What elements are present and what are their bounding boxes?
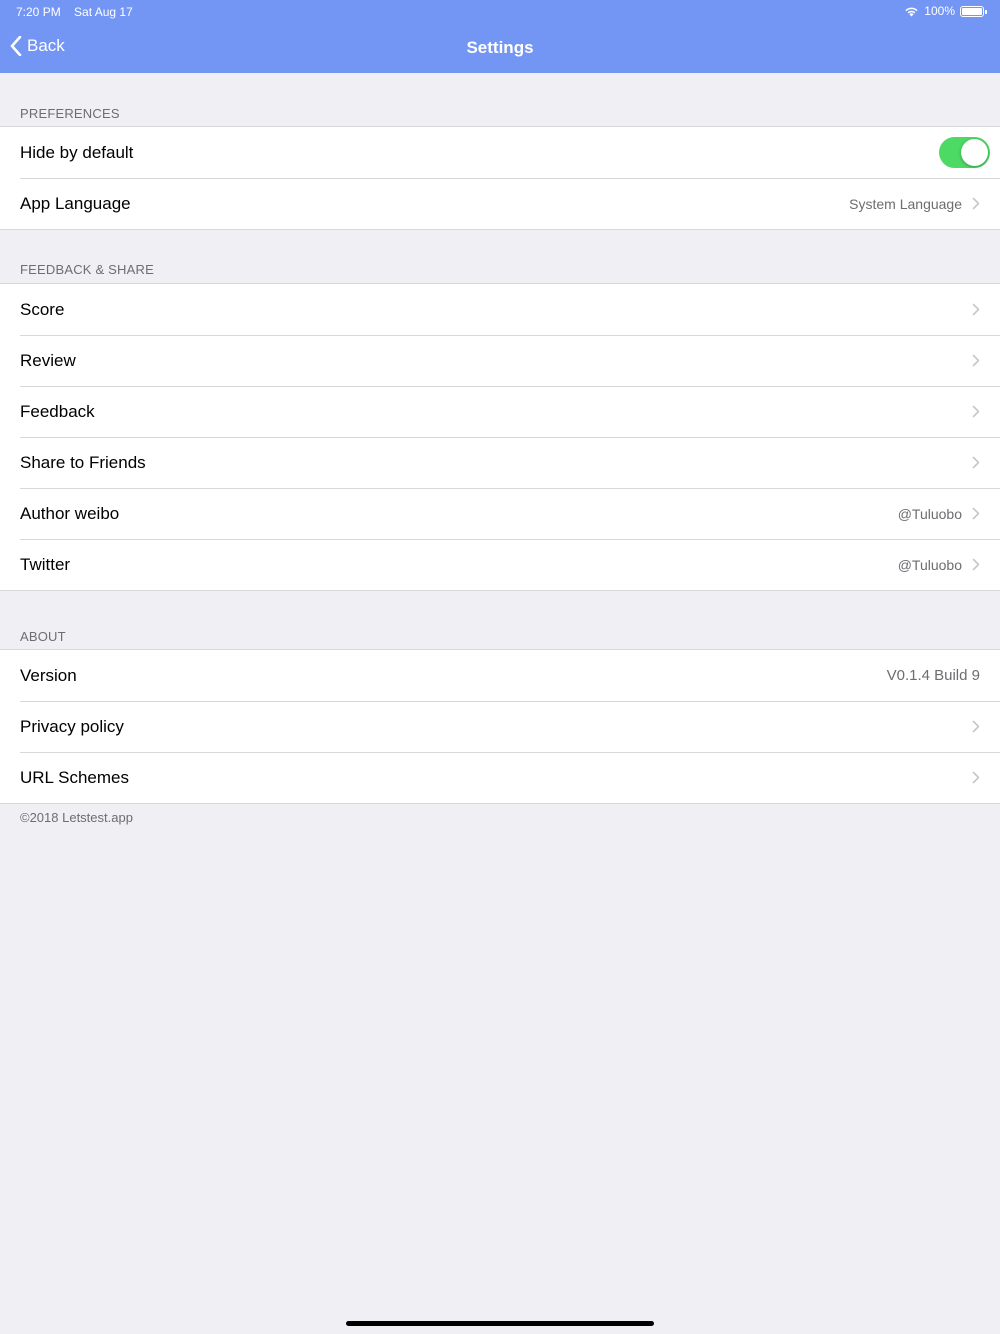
row-label: Hide by default xyxy=(20,142,134,162)
row-review[interactable]: Review xyxy=(0,335,1000,386)
chevron-right-icon xyxy=(972,720,980,733)
hide-by-default-toggle[interactable] xyxy=(939,137,990,168)
home-indicator[interactable] xyxy=(346,1321,654,1326)
battery-icon xyxy=(960,5,987,17)
row-feedback[interactable]: Feedback xyxy=(0,386,1000,437)
feedback-group: Score Review Feedback Share to Friends A… xyxy=(0,283,1000,591)
status-time: 7:20 PM Sat Aug 17 xyxy=(16,5,133,19)
chevron-right-icon xyxy=(972,197,980,210)
status-date-text: Sat Aug 17 xyxy=(74,5,133,19)
section-header-feedback: FEEDBACK & SHARE xyxy=(20,262,154,277)
status-time-text: 7:20 PM xyxy=(16,5,61,19)
chevron-right-icon xyxy=(972,558,980,571)
chevron-right-icon xyxy=(972,354,980,367)
row-version: Version V0.1.4 Build 9 xyxy=(0,650,1000,701)
row-label: Twitter xyxy=(20,554,71,574)
row-value: @Tuluobo xyxy=(897,556,962,573)
row-privacy-policy[interactable]: Privacy policy xyxy=(0,701,1000,752)
copyright-footer: ©2018 Letstest.app xyxy=(20,810,133,825)
row-label: Version xyxy=(20,665,77,685)
chevron-right-icon xyxy=(972,303,980,316)
row-twitter[interactable]: Twitter @Tuluobo xyxy=(0,539,1000,590)
row-url-schemes[interactable]: URL Schemes xyxy=(0,752,1000,803)
row-value: System Language xyxy=(849,195,962,212)
status-indicators: 100% xyxy=(904,4,987,18)
row-label: Share to Friends xyxy=(20,452,146,472)
section-header-preferences: PREFERENCES xyxy=(20,106,120,121)
row-app-language[interactable]: App Language System Language xyxy=(0,178,1000,229)
row-author-weibo[interactable]: Author weibo @Tuluobo xyxy=(0,488,1000,539)
row-label: Review xyxy=(20,350,76,370)
row-label: URL Schemes xyxy=(20,767,129,787)
row-value: @Tuluobo xyxy=(897,505,962,522)
row-label: Author weibo xyxy=(20,503,120,523)
preferences-group: Hide by default App Language System Lang… xyxy=(0,126,1000,230)
chevron-right-icon xyxy=(972,405,980,418)
row-label: Privacy policy xyxy=(20,716,124,736)
row-label: App Language xyxy=(20,193,131,213)
row-score[interactable]: Score xyxy=(0,284,1000,335)
page-title: Settings xyxy=(466,38,534,57)
row-hide-by-default: Hide by default xyxy=(0,127,1000,178)
about-group: Version V0.1.4 Build 9 Privacy policy UR… xyxy=(0,649,1000,804)
row-value: V0.1.4 Build 9 xyxy=(886,667,980,684)
row-label: Score xyxy=(20,299,65,319)
toggle-knob xyxy=(961,139,988,166)
row-share-to-friends[interactable]: Share to Friends xyxy=(0,437,1000,488)
wifi-icon xyxy=(905,7,918,16)
navigation-bar: 7:20 PM Sat Aug 17 100% Back Settings xyxy=(0,0,1000,73)
chevron-right-icon xyxy=(972,456,980,469)
chevron-right-icon xyxy=(972,507,980,520)
chevron-right-icon xyxy=(972,771,980,784)
battery-percent: 100% xyxy=(924,4,955,18)
row-label: Feedback xyxy=(20,401,95,421)
section-header-about: ABOUT xyxy=(20,629,66,644)
